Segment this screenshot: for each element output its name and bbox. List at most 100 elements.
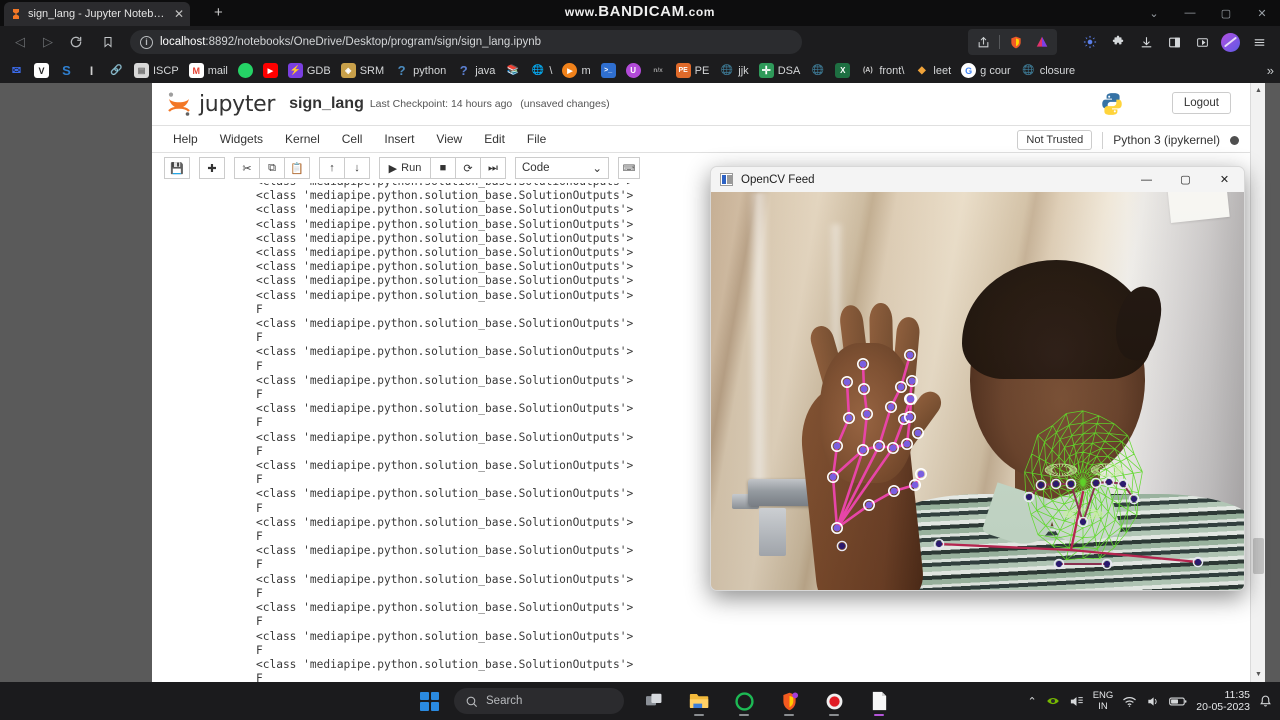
bookmark-item[interactable]: ✛ DSA (754, 61, 806, 80)
bookmark-item[interactable]: 📚 (500, 61, 525, 80)
window-restore-icon[interactable]: ⌄ (1136, 0, 1172, 26)
bookmark-item[interactable]: n/x (646, 61, 671, 80)
run-button[interactable]: ▶ Run (379, 157, 431, 179)
scroll-up-arrow-icon[interactable]: ▲ (1251, 83, 1266, 98)
opencv-maximize-icon[interactable]: ▢ (1166, 167, 1205, 192)
bookmark-item[interactable]: Gg cour (956, 61, 1016, 80)
interrupt-kernel-button[interactable]: ■ (430, 157, 456, 179)
triangle-extension-icon[interactable] (1029, 30, 1055, 54)
menu-widgets[interactable]: Widgets (209, 128, 274, 150)
bookmark-item[interactable]: ? java (451, 61, 500, 80)
bookmark-item[interactable]: U (621, 61, 646, 80)
bookmark-item[interactable]: 🌐 (805, 61, 830, 80)
brave-shield-icon[interactable] (1003, 30, 1029, 54)
bookmark-item[interactable]: ▶ (258, 61, 283, 80)
bookmark-item[interactable]: Mmail (184, 61, 233, 80)
save-button[interactable]: 💾 (164, 157, 190, 179)
jupyter-logo[interactable]: jupyter (166, 91, 275, 117)
bookmark-item[interactable]: X (830, 61, 855, 80)
wifi-icon[interactable] (1122, 695, 1137, 708)
nvidia-icon[interactable] (1046, 695, 1060, 707)
forward-icon[interactable]: ▷ (36, 30, 60, 54)
insert-cell-below-button[interactable]: ✚ (199, 157, 225, 179)
scrollbar-thumb[interactable] (1253, 538, 1264, 574)
opencv-minimize-icon[interactable]: — (1127, 167, 1166, 192)
move-cell-up-button[interactable]: ↑ (319, 157, 345, 179)
cast-icon[interactable] (1189, 30, 1215, 54)
bookmark-item[interactable]: >_ (596, 61, 621, 80)
taskbar-search-box[interactable]: Search (454, 688, 624, 714)
notification-bell-icon[interactable] (1259, 694, 1272, 708)
cell-type-select[interactable]: Code ⌄ (515, 157, 609, 179)
profile-avatar[interactable] (1221, 32, 1240, 52)
notebook-name[interactable]: sign_lang (289, 95, 364, 113)
opencv-close-icon[interactable]: ✕ (1205, 167, 1244, 192)
bookmark-item[interactable]: S (54, 61, 79, 80)
bookmark-item[interactable]: 🌐 \ (525, 61, 557, 80)
window-maximize-icon[interactable]: ▢ (1208, 0, 1244, 26)
menu-kernel[interactable]: Kernel (274, 128, 331, 150)
copy-cell-button[interactable]: ⧉ (259, 157, 285, 179)
bookmark-this-page-icon[interactable] (96, 30, 120, 54)
file-explorer-button[interactable] (684, 686, 714, 716)
tray-expand-chevron-icon[interactable]: ⌃ (1027, 695, 1036, 708)
page-scrollbar[interactable]: ▲ ▼ (1250, 83, 1265, 682)
bookmark-item[interactable]: 🔗 (104, 61, 129, 80)
restart-kernel-button[interactable]: ⟳ (455, 157, 481, 179)
puzzle-extensions-icon[interactable] (1105, 30, 1131, 54)
reload-icon[interactable] (64, 30, 88, 54)
menu-help[interactable]: Help (162, 128, 209, 150)
bookmark-item[interactable]: ◈ SRM (336, 61, 389, 80)
windows-start-icon[interactable] (420, 691, 439, 711)
menu-insert[interactable]: Insert (373, 128, 425, 150)
language-indicator[interactable]: ENG IN (1093, 690, 1114, 712)
menu-cell[interactable]: Cell (331, 128, 374, 150)
bookmark-item[interactable]: V (29, 61, 54, 80)
share-icon[interactable] (970, 30, 996, 54)
battery-icon[interactable] (1169, 696, 1187, 707)
sidebar-icon[interactable] (1161, 30, 1187, 54)
notepad-button[interactable] (864, 686, 894, 716)
bookmarks-overflow-icon[interactable]: » (1267, 63, 1274, 78)
command-palette-button[interactable]: ⌨ (618, 157, 640, 179)
menu-view[interactable]: View (425, 128, 473, 150)
window-minimize-icon[interactable]: — (1172, 0, 1208, 26)
address-bar[interactable]: i localhost:8892/notebooks/OneDrive/Desk… (130, 30, 802, 54)
scroll-down-arrow-icon[interactable]: ▼ (1251, 667, 1266, 682)
opencv-title-bar[interactable]: OpenCV Feed — ▢ ✕ (711, 167, 1244, 192)
trust-status-badge[interactable]: Not Trusted (1017, 130, 1093, 150)
speaker-icon[interactable] (1146, 695, 1160, 708)
back-icon[interactable]: ◁ (8, 30, 32, 54)
bookmark-item[interactable]: (A) front\ (855, 61, 909, 80)
bookmark-item[interactable]: I (79, 61, 104, 80)
taskbar-clock[interactable]: 11:35 20-05-2023 (1196, 689, 1250, 713)
menu-file[interactable]: File (516, 128, 557, 150)
task-view-button[interactable] (639, 686, 669, 716)
bookmark-item[interactable]: ▤ ISCP (129, 61, 184, 80)
brave-browser-button[interactable] (774, 686, 804, 716)
menu-edit[interactable]: Edit (473, 128, 516, 150)
menu-icon[interactable] (1246, 30, 1272, 54)
volume-mixer-icon[interactable] (1069, 695, 1084, 708)
paste-cell-button[interactable]: 📋 (284, 157, 310, 179)
bandicam-record-button[interactable] (819, 686, 849, 716)
window-close-icon[interactable]: ✕ (1244, 0, 1280, 26)
bookmark-item[interactable]: 🌐 jjk (714, 61, 753, 80)
cut-cell-button[interactable]: ✂ (234, 157, 260, 179)
bookmark-item[interactable]: ◆ leet (909, 61, 956, 80)
bookmark-item[interactable]: ✉ (4, 61, 29, 80)
bookmark-item[interactable]: ▶ m (557, 61, 595, 80)
gear-extension-icon[interactable] (1077, 30, 1103, 54)
download-icon[interactable] (1133, 30, 1159, 54)
bookmark-item[interactable]: 🌐 closure (1016, 61, 1080, 80)
move-cell-down-button[interactable]: ↓ (344, 157, 370, 179)
opencv-feed-window[interactable]: OpenCV Feed — ▢ ✕ (710, 166, 1245, 591)
spotify-button[interactable] (729, 686, 759, 716)
site-info-icon[interactable]: i (140, 35, 153, 49)
restart-and-run-all-button[interactable]: ⏭ (480, 157, 506, 179)
bookmark-item[interactable]: PE PE (671, 61, 715, 80)
logout-button[interactable]: Logout (1171, 92, 1231, 114)
bookmark-item[interactable] (233, 61, 258, 80)
bookmark-item[interactable]: ⚡ GDB (283, 61, 336, 80)
bookmark-item[interactable]: ? python (389, 61, 451, 80)
